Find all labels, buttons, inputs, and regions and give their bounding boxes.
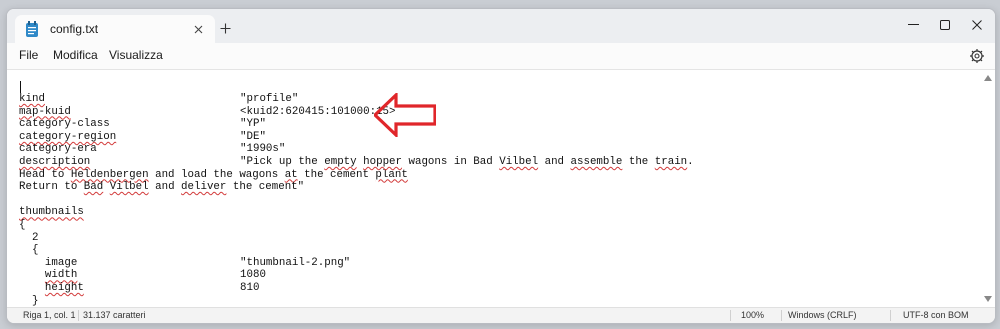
encoding[interactable]: UTF-8 con BOM bbox=[903, 310, 969, 320]
code-line: category-era "1990s" bbox=[19, 143, 408, 156]
line-key: } bbox=[19, 294, 39, 307]
line-key: Head to Heldenbergen and load the wagons… bbox=[19, 168, 408, 181]
line-key: category-region bbox=[19, 130, 117, 143]
status-separator bbox=[78, 310, 79, 321]
code-line: kind "profile" bbox=[19, 93, 408, 106]
status-separator bbox=[890, 310, 891, 321]
tab-config-txt[interactable]: config.txt bbox=[15, 15, 215, 43]
menu-file[interactable]: File bbox=[19, 48, 38, 62]
settings-gear-icon[interactable] bbox=[969, 48, 985, 64]
close-tab-icon[interactable] bbox=[191, 22, 205, 36]
text-caret bbox=[20, 81, 21, 93]
character-count: 31.137 caratteri bbox=[83, 310, 146, 320]
line-value: "1990s" bbox=[240, 143, 286, 156]
line-value: 810 bbox=[240, 281, 260, 294]
line-value: <kuid2:620415:101000:15> bbox=[240, 105, 396, 118]
tab-title: config.txt bbox=[50, 22, 99, 36]
zoom-level[interactable]: 100% bbox=[741, 310, 764, 320]
annotation-arrow bbox=[374, 93, 436, 137]
scroll-up-icon[interactable] bbox=[984, 75, 992, 81]
file-content: kind "profile" map-kuid <kuid2:620415:10100… bbox=[19, 93, 694, 308]
line-key: category-class bbox=[19, 118, 110, 131]
notepad-file-icon bbox=[26, 20, 38, 37]
code-line: description "Pick up the empty hopper wag… bbox=[19, 155, 694, 169]
code-line: Return to Bad Vilbel and deliver the cem… bbox=[19, 181, 408, 194]
menu-bar: File Modifica Visualizza bbox=[7, 43, 995, 69]
status-separator bbox=[730, 310, 731, 321]
line-value: "YP" bbox=[240, 118, 266, 131]
code-line: { bbox=[19, 219, 408, 232]
line-value: "thumbnail-2.png" bbox=[240, 256, 351, 269]
maximize-icon[interactable] bbox=[930, 15, 960, 35]
code-line: 2 bbox=[19, 232, 408, 245]
status-separator bbox=[781, 310, 782, 321]
line-key: Return to Bad Vilbel and deliver the cem… bbox=[19, 181, 305, 194]
line-value: 1080 bbox=[240, 269, 266, 282]
line-key: map-kuid bbox=[19, 105, 71, 118]
line-key: { bbox=[19, 244, 39, 257]
line-value: "profile" bbox=[240, 93, 299, 105]
line-value: "Pick up the empty hopper wagons in Bad … bbox=[240, 155, 694, 168]
line-key: 2 bbox=[19, 231, 39, 244]
line-ending[interactable]: Windows (CRLF) bbox=[788, 310, 857, 320]
menu-modifica[interactable]: Modifica bbox=[53, 48, 98, 62]
menu-visualizza[interactable]: Visualizza bbox=[109, 48, 163, 62]
code-line: width 1080 bbox=[19, 269, 408, 282]
code-line: image "thumbnail-2.png" bbox=[19, 257, 408, 270]
notepad-window: config.txt File Modifica Visualizza kind… bbox=[6, 8, 996, 324]
line-key: { bbox=[19, 218, 26, 231]
code-line: } bbox=[19, 295, 408, 308]
code-line: map-kuid <kuid2:620415:101000:15> bbox=[19, 106, 408, 119]
code-line: Head to Heldenbergen and load the wagons… bbox=[19, 169, 408, 182]
code-line: category-class "YP" bbox=[19, 118, 408, 131]
line-key: category-era bbox=[19, 143, 97, 156]
title-bar: config.txt bbox=[7, 9, 995, 43]
new-tab-icon[interactable] bbox=[217, 20, 233, 36]
scroll-down-icon[interactable] bbox=[984, 296, 992, 302]
line-value: "DE" bbox=[240, 130, 266, 143]
code-line: thumbnails bbox=[19, 206, 408, 219]
text-editor[interactable]: kind "profile" map-kuid <kuid2:620415:10100… bbox=[7, 69, 995, 308]
line-key: description bbox=[19, 155, 91, 168]
code-line: category-region "DE" bbox=[19, 131, 408, 144]
line-key: kind bbox=[19, 93, 45, 105]
code-line: height 810 bbox=[19, 282, 408, 295]
close-window-icon[interactable] bbox=[962, 15, 992, 35]
status-bar: Riga 1, col. 1 31.137 caratteri 100% Win… bbox=[7, 307, 995, 323]
minimize-icon[interactable] bbox=[898, 15, 928, 35]
line-key: height bbox=[44, 281, 84, 294]
line-key: thumbnails bbox=[19, 206, 84, 219]
line-key: image bbox=[19, 256, 78, 269]
cursor-position: Riga 1, col. 1 bbox=[23, 310, 76, 320]
line-key: width bbox=[44, 269, 78, 282]
code-line: { bbox=[19, 244, 408, 257]
